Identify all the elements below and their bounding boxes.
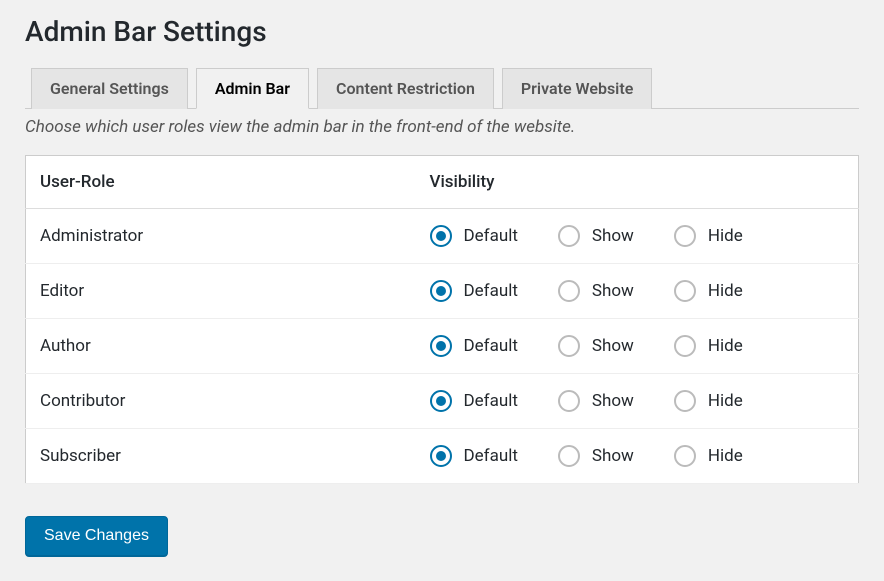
save-button[interactable]: Save Changes [25,516,168,556]
radio-hide[interactable]: Hide [674,445,743,467]
radio-label: Default [464,281,518,301]
radio-icon [558,335,580,357]
radio-icon [430,280,452,302]
radio-icon [430,335,452,357]
radio-label: Show [592,226,634,246]
role-name: Editor [26,264,416,319]
role-name: Contributor [26,374,416,429]
radio-default[interactable]: Default [430,280,518,302]
radio-icon [430,390,452,412]
radio-show[interactable]: Show [558,280,634,302]
radio-icon [430,445,452,467]
radio-show[interactable]: Show [558,335,634,357]
radio-show[interactable]: Show [558,445,634,467]
radio-hide[interactable]: Hide [674,280,743,302]
radio-label: Default [464,226,518,246]
radio-label: Hide [708,281,743,301]
radio-show[interactable]: Show [558,225,634,247]
tab-private-website[interactable]: Private Website [502,68,652,109]
table-row: Editor Default Show Hide [26,264,859,319]
settings-description: Choose which user roles view the admin b… [25,117,859,137]
table-row: Contributor Default Show Hide [26,374,859,429]
radio-hide[interactable]: Hide [674,225,743,247]
radio-icon [558,445,580,467]
col-header-role: User-Role [26,156,416,209]
visibility-options: Default Show Hide [416,264,859,319]
col-header-visibility: Visibility [416,156,859,209]
radio-icon [674,280,696,302]
table-row: Author Default Show Hide [26,319,859,374]
radio-icon [674,445,696,467]
role-name: Administrator [26,209,416,264]
radio-icon [430,225,452,247]
role-name: Author [26,319,416,374]
radio-label: Default [464,391,518,411]
radio-label: Show [592,336,634,356]
radio-label: Show [592,281,634,301]
radio-label: Default [464,446,518,466]
visibility-options: Default Show Hide [416,209,859,264]
radio-default[interactable]: Default [430,335,518,357]
radio-default[interactable]: Default [430,445,518,467]
table-row: Subscriber Default Show Hide [26,429,859,484]
visibility-options: Default Show Hide [416,319,859,374]
role-name: Subscriber [26,429,416,484]
tab-general-settings[interactable]: General Settings [31,68,188,109]
tabs-nav: General SettingsAdmin BarContent Restric… [25,68,859,109]
radio-label: Show [592,391,634,411]
radio-label: Hide [708,336,743,356]
visibility-options: Default Show Hide [416,429,859,484]
radio-icon [558,225,580,247]
radio-label: Hide [708,391,743,411]
table-row: Administrator Default Show Hide [26,209,859,264]
radio-icon [674,225,696,247]
radio-icon [674,390,696,412]
visibility-options: Default Show Hide [416,374,859,429]
radio-label: Hide [708,226,743,246]
tab-admin-bar[interactable]: Admin Bar [196,68,309,109]
radio-label: Hide [708,446,743,466]
radio-label: Default [464,336,518,356]
radio-label: Show [592,446,634,466]
radio-default[interactable]: Default [430,390,518,412]
tab-content-restriction[interactable]: Content Restriction [317,68,494,109]
radio-icon [558,390,580,412]
radio-icon [558,280,580,302]
radio-icon [674,335,696,357]
admin-bar-table: User-Role Visibility AdministratorDefaul… [25,155,859,484]
radio-hide[interactable]: Hide [674,335,743,357]
radio-show[interactable]: Show [558,390,634,412]
radio-hide[interactable]: Hide [674,390,743,412]
radio-default[interactable]: Default [430,225,518,247]
page-title: Admin Bar Settings [25,15,859,48]
